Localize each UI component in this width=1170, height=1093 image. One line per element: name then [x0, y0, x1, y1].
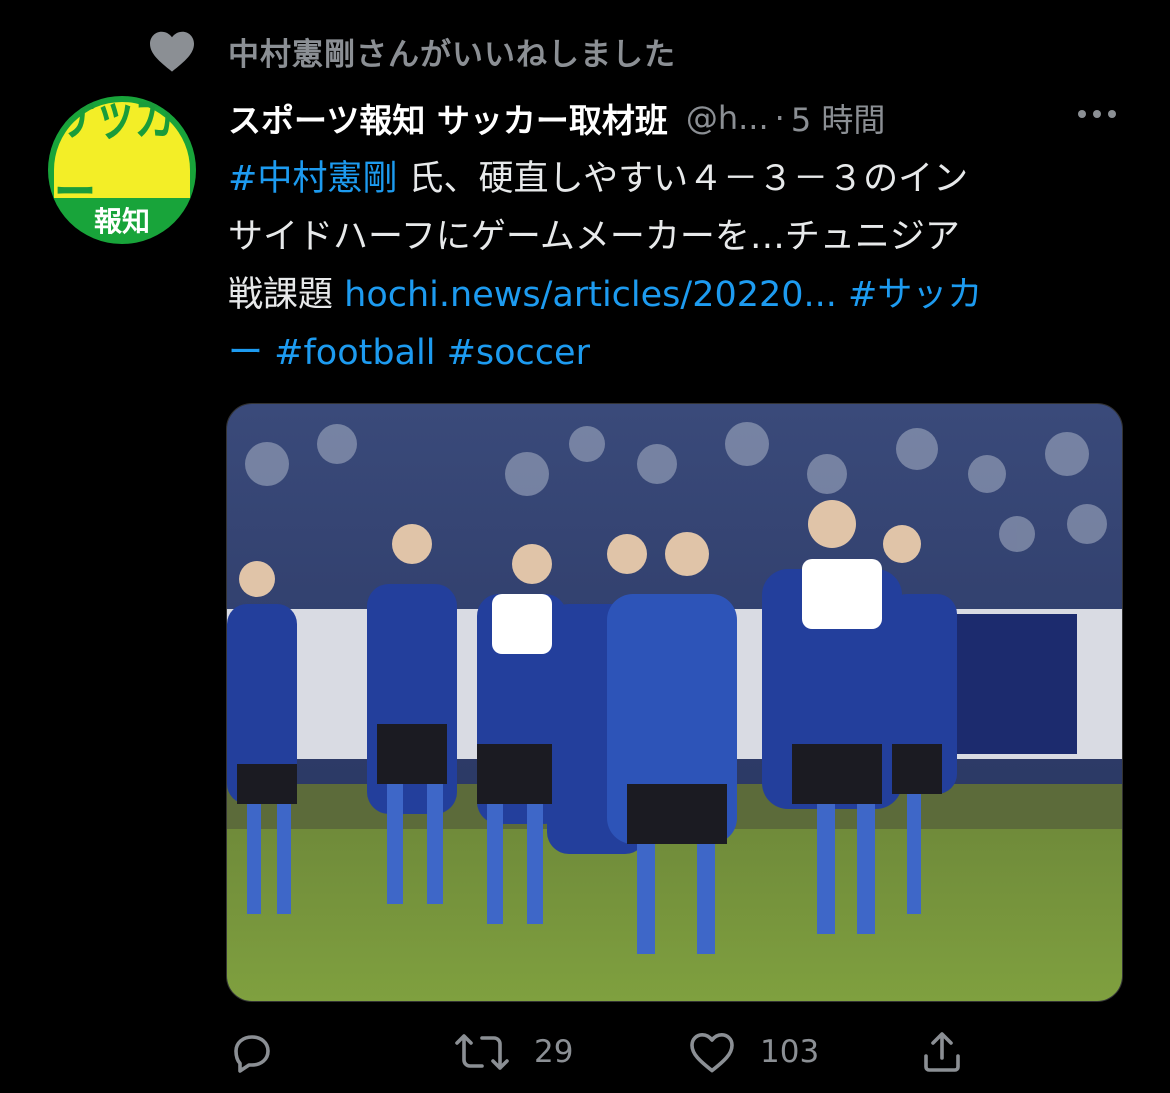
- tweet-header: スポーツ報知 サッカー取材班 @h... · 5 時間: [228, 92, 1120, 144]
- reply-button[interactable]: [228, 1022, 276, 1082]
- tweet-text-segment: 戦課題: [228, 275, 345, 315]
- tweet-text-line-2: サイドハーフにゲームメーカーを…チュニジア: [228, 217, 960, 257]
- heart-icon: [150, 31, 194, 72]
- tweet-text-line-1: #中村憲剛 氏、硬直しやすい４－３－３のイン: [228, 150, 1113, 208]
- social-context-text: 中村憲剛さんがいいねしました: [228, 36, 676, 73]
- hashtag-soccer-jp-cont[interactable]: ー: [228, 333, 263, 373]
- reply-icon: [234, 1035, 270, 1073]
- retweet-icon: [455, 1034, 509, 1070]
- tweet-text-line-3: 戦課題 hochi.news/articles/20220... #サッカ: [228, 266, 1113, 324]
- hashtag-nakamura-kengo[interactable]: #中村憲剛: [228, 159, 397, 199]
- retweet-button[interactable]: 29: [454, 1022, 573, 1082]
- tweet-text-segment: 氏、硬直しやすい４－３－３のイン: [397, 159, 969, 199]
- separator: ·: [774, 99, 785, 137]
- tweet-text-line-4: ー #football #soccer: [228, 324, 1113, 382]
- hashtag-soccer[interactable]: #soccer: [435, 333, 590, 373]
- avatar-logo-top: サッカー: [54, 96, 190, 223]
- like-button[interactable]: 103: [688, 1022, 819, 1082]
- like-count: 103: [760, 1034, 820, 1070]
- tweet-actions: 29 103: [228, 1022, 988, 1082]
- author-name[interactable]: スポーツ報知 サッカー取材班: [228, 94, 668, 142]
- social-context[interactable]: 中村憲剛さんがいいねしました: [148, 28, 676, 74]
- avatar[interactable]: サッカー 報知: [48, 96, 196, 244]
- more-icon[interactable]: [1074, 94, 1120, 134]
- avatar-logo-bottom-text: 報知: [93, 205, 150, 238]
- share-icon: [924, 1032, 960, 1072]
- tweet-time[interactable]: 5 時間: [791, 95, 886, 141]
- share-button[interactable]: [918, 1022, 966, 1082]
- tweet-text: #中村憲剛 氏、硬直しやすい４－３－３のイン サイドハーフにゲームメーカーを…チ…: [228, 150, 1113, 382]
- retweet-count: 29: [534, 1034, 574, 1070]
- heart-outline-icon: [690, 1033, 734, 1073]
- hashtag-football[interactable]: #football: [263, 333, 435, 373]
- photo-illustration: [227, 404, 1122, 1001]
- author-handle[interactable]: @h...: [686, 99, 769, 137]
- tweet-photo[interactable]: [226, 403, 1123, 1002]
- article-link[interactable]: hochi.news/articles/20220...: [344, 275, 837, 315]
- hashtag-soccer-jp[interactable]: #サッカ: [837, 275, 982, 315]
